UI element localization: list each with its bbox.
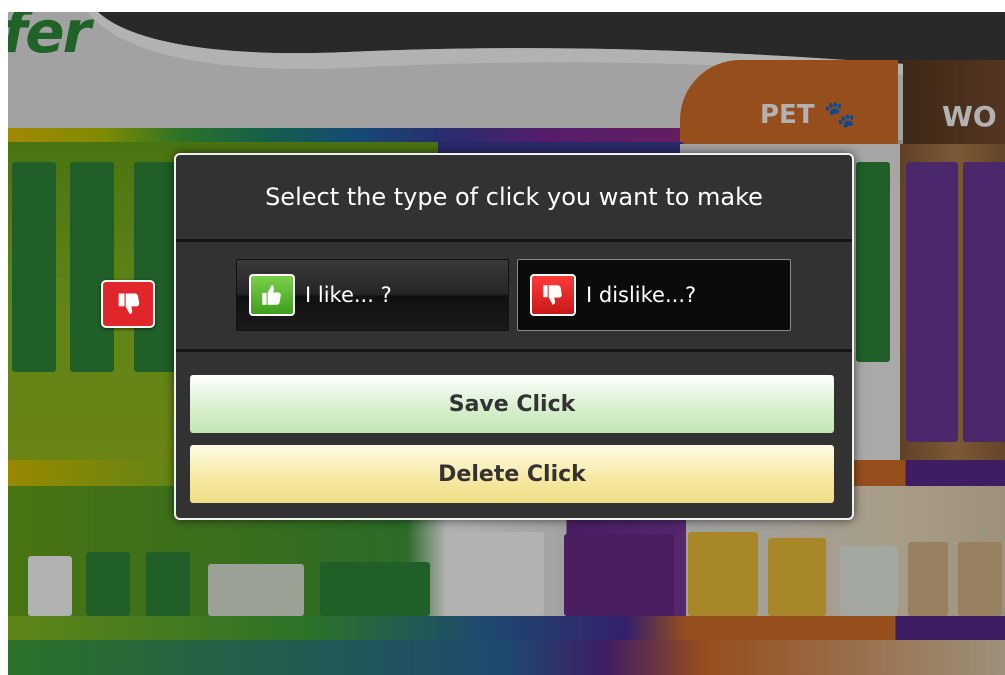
like-button[interactable]: I like... ? [236, 259, 509, 331]
thumbs-up-icon [249, 274, 295, 316]
dislike-button[interactable]: I dislike...? [517, 259, 791, 331]
save-click-button[interactable]: Save Click [190, 375, 834, 433]
delete-click-button[interactable]: Delete Click [190, 445, 834, 503]
dialog-title: Select the type of click you want to mak… [265, 183, 763, 211]
existing-dislike-marker[interactable] [101, 280, 155, 328]
thumbs-down-icon [530, 274, 576, 316]
thumbs-down-icon [118, 293, 140, 315]
dislike-label: I dislike...? [586, 283, 697, 307]
click-type-dialog: Select the type of click you want to mak… [174, 153, 854, 520]
like-label: I like... ? [305, 283, 392, 307]
dialog-divider [176, 349, 852, 352]
dialog-divider [176, 239, 852, 242]
